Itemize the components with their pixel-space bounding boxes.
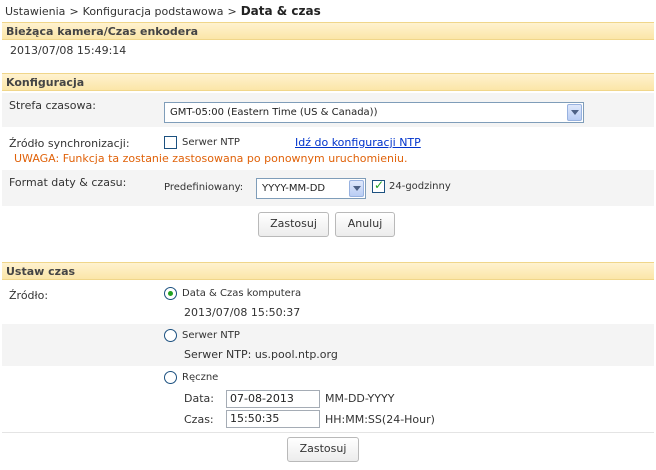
- source-manual-radio[interactable]: [164, 371, 177, 384]
- computer-datetime: 2013/07/08 15:50:37: [184, 306, 301, 319]
- source-computer-label[interactable]: Data & Czas komputera: [182, 288, 301, 299]
- ntp-server-info: Serwer NTP: us.pool.ntp.org: [184, 348, 338, 361]
- date-format-select[interactable]: YYYY-MM-DD: [256, 178, 366, 199]
- date-format-label: Format daty & czasu:: [9, 176, 127, 189]
- page-title: Data & czas: [240, 4, 321, 18]
- chevron-down-icon[interactable]: [349, 180, 364, 197]
- timezone-select[interactable]: GMT-05:00 (Eastern Time (US & Canada)): [164, 102, 584, 123]
- ntp-config-link[interactable]: Idź do konfiguracji NTP: [295, 136, 421, 149]
- apply-config-button[interactable]: Zastosuj: [258, 212, 329, 237]
- source-label: Źródło:: [9, 289, 49, 302]
- apply-time-button[interactable]: Zastosuj: [287, 437, 359, 462]
- manual-time-format: HH:MM:SS(24-Hour): [325, 413, 435, 426]
- chevron-down-icon[interactable]: [567, 104, 582, 121]
- source-ntp-label[interactable]: Serwer NTP: [182, 330, 240, 341]
- manual-time-input[interactable]: 15:50:35: [226, 410, 320, 428]
- predefined-label: Predefiniowany:: [164, 182, 244, 193]
- source-ntp-radio[interactable]: [164, 329, 177, 342]
- ntp-sync-checkbox-label[interactable]: Serwer NTP: [182, 137, 240, 148]
- manual-time-label: Czas:: [184, 413, 214, 426]
- config-section-header: Konfiguracja: [2, 73, 654, 91]
- date-format-select-value: YYYY-MM-DD: [262, 183, 326, 194]
- restart-warning: UWAGA: Funkcja ta zostanie zastosowana p…: [14, 152, 408, 165]
- breadcrumb-item-settings[interactable]: Ustawienia: [5, 5, 65, 18]
- breadcrumb-item-basic-config[interactable]: Konfiguracja podstawowa: [83, 5, 224, 18]
- divider: [2, 432, 654, 433]
- source-computer-row: [2, 282, 654, 324]
- manual-date-format: MM-DD-YYYY: [325, 392, 395, 405]
- manual-date-input[interactable]: 07-08-2013: [226, 390, 320, 408]
- source-computer-radio[interactable]: [164, 287, 177, 300]
- current-camera-time: 2013/07/08 15:49:14: [10, 44, 127, 57]
- manual-date-label: Data:: [184, 392, 214, 405]
- ntp-sync-checkbox[interactable]: [164, 136, 177, 149]
- timezone-label: Strefa czasowa:: [9, 99, 96, 112]
- timezone-select-value: GMT-05:00 (Eastern Time (US & Canada)): [170, 107, 378, 118]
- set-time-section-header: Ustaw czas: [2, 262, 654, 280]
- source-manual-label[interactable]: Ręczne: [182, 372, 218, 383]
- breadcrumb-separator: >: [69, 5, 79, 18]
- hour24-checkbox[interactable]: [372, 178, 385, 193]
- breadcrumb: Ustawienia > Konfiguracja podstawowa > Data …: [5, 3, 321, 19]
- hour24-checkbox-label[interactable]: 24-godzinny: [389, 181, 451, 192]
- breadcrumb-separator: >: [227, 5, 237, 18]
- cancel-config-button[interactable]: Anuluj: [335, 212, 395, 237]
- sync-source-label: Źródło synchronizacji:: [9, 137, 130, 150]
- current-time-section-header: Bieżąca kamera/Czas enkodera: [2, 22, 654, 40]
